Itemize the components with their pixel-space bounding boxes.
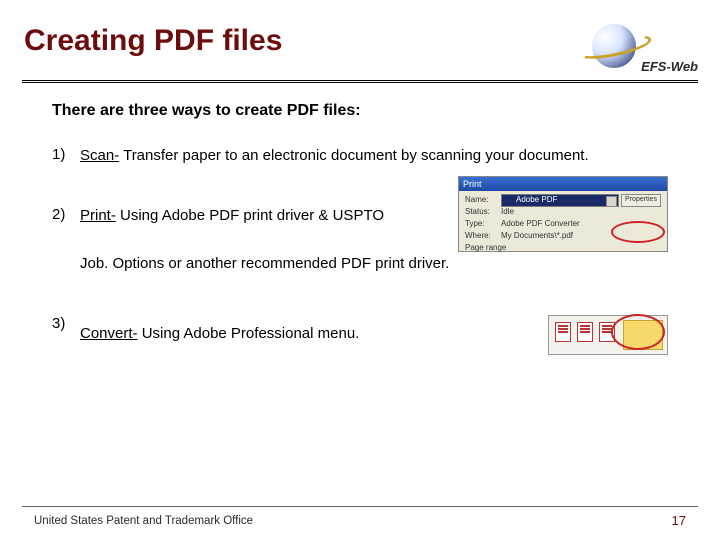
- list-item: 3) Convert- Using Adobe Professional men…: [52, 315, 668, 355]
- page-number: 17: [672, 513, 686, 528]
- page-title: Creating PDF files: [22, 24, 282, 58]
- header-rules: [22, 80, 698, 83]
- efs-web-logo: EFS-Web: [568, 24, 698, 74]
- chevron-down-icon[interactable]: [606, 196, 617, 207]
- label-where: Where:: [465, 231, 491, 242]
- intro-text: There are three ways to create PDF files…: [52, 102, 668, 120]
- item-rest: Transfer paper to an electronic document…: [119, 147, 588, 164]
- type-value: Adobe PDF Converter: [501, 219, 580, 230]
- footer: United States Patent and Trademark Offic…: [0, 506, 720, 528]
- slide: Creating PDF files EFS-Web There are thr…: [0, 0, 720, 540]
- properties-button[interactable]: Properties: [621, 194, 661, 207]
- pdf-icon: [555, 322, 571, 342]
- item-number: 2): [52, 206, 80, 223]
- item-number: 1): [52, 146, 80, 163]
- item-lead: Convert-: [80, 325, 138, 342]
- highlight-oval-icon: [611, 221, 665, 243]
- printer-name-dropdown[interactable]: Adobe PDF: [501, 194, 619, 207]
- item-number: 3): [52, 315, 80, 332]
- where-value: My Documents\*.pdf: [501, 231, 573, 242]
- printer-name-value: Adobe PDF: [516, 195, 557, 206]
- body: There are three ways to create PDF files…: [22, 84, 698, 355]
- item-lead: Scan-: [80, 147, 119, 164]
- list-item: 2) Print- Using Adobe PDF print driver &…: [52, 206, 668, 274]
- logo-text: EFS-Web: [641, 59, 698, 74]
- label-type: Type:: [465, 219, 485, 230]
- label-name: Name:: [465, 195, 489, 206]
- list-item: 1) Scan- Transfer paper to an electronic…: [52, 146, 668, 166]
- convert-toolbar-screenshot: [548, 315, 668, 355]
- label-page-range: Page range: [465, 243, 506, 254]
- item-rest: Using Adobe Professional menu.: [138, 325, 360, 342]
- item-lead: Print-: [80, 207, 116, 224]
- item-text: Print- Using Adobe PDF print driver & US…: [80, 206, 668, 274]
- item-text: Convert- Using Adobe Professional menu.: [80, 315, 668, 355]
- dialog-titlebar: Print: [459, 177, 667, 191]
- label-status: Status:: [465, 207, 490, 218]
- highlight-oval-icon: [611, 314, 665, 350]
- header: Creating PDF files EFS-Web: [22, 24, 698, 74]
- item-rest-a: Using Adobe PDF print driver & USPTO: [116, 207, 384, 224]
- item-rest-b: Job. Options or another recommended PDF …: [80, 254, 668, 274]
- footer-org: United States Patent and Trademark Offic…: [34, 515, 253, 527]
- item-text: Scan- Transfer paper to an electronic do…: [80, 146, 668, 166]
- status-value: Idle: [501, 207, 514, 218]
- pdf-icon: [577, 322, 593, 342]
- print-dialog-screenshot: Print Name: Status: Type: Where: Page ra…: [458, 176, 668, 252]
